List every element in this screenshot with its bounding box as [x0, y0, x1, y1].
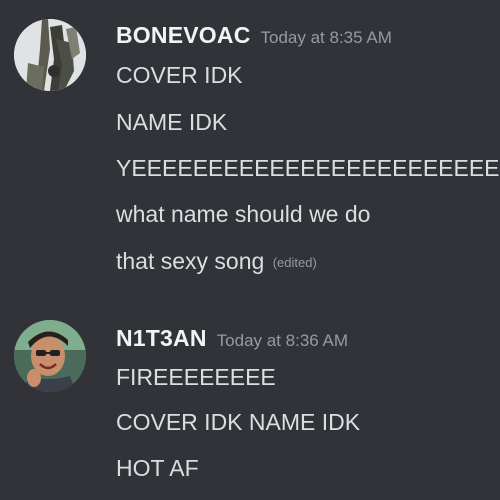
message-text-edited: that sexy song (edited): [116, 247, 317, 277]
user-avatar-icon: [14, 320, 86, 392]
timestamp: Today at 8:36 AM: [216, 331, 349, 350]
timestamp: Today at 8:35 AM: [260, 28, 392, 47]
message-header: BONEVOAC Today at 8:35 AM: [116, 22, 392, 49]
message-text: what name should we do: [116, 201, 371, 227]
message-text: that sexy song: [116, 248, 265, 274]
username[interactable]: BONEVOAC: [116, 22, 251, 48]
username[interactable]: N1T3AN: [116, 325, 207, 351]
chat-messages: BONEVOAC Today at 8:35 AM COVER IDK NAME …: [0, 0, 500, 500]
message-text: NAME IDK: [116, 109, 228, 135]
message-text: COVER IDK NAME IDK: [116, 409, 361, 435]
user-avatar-icon: [14, 19, 86, 91]
message-header: N1T3AN Today at 8:36 AM: [116, 325, 348, 352]
avatar[interactable]: [14, 320, 86, 392]
avatar[interactable]: [14, 19, 86, 91]
message-text: COVER IDK: [116, 62, 243, 88]
message-text: FIREEEEEEEE: [116, 364, 276, 390]
message-text: HOT AF: [116, 455, 199, 481]
edited-label: (edited): [272, 255, 317, 270]
message-text: YEEEEEEEEEEEEEEEEEEEEEEEE: [116, 155, 500, 181]
